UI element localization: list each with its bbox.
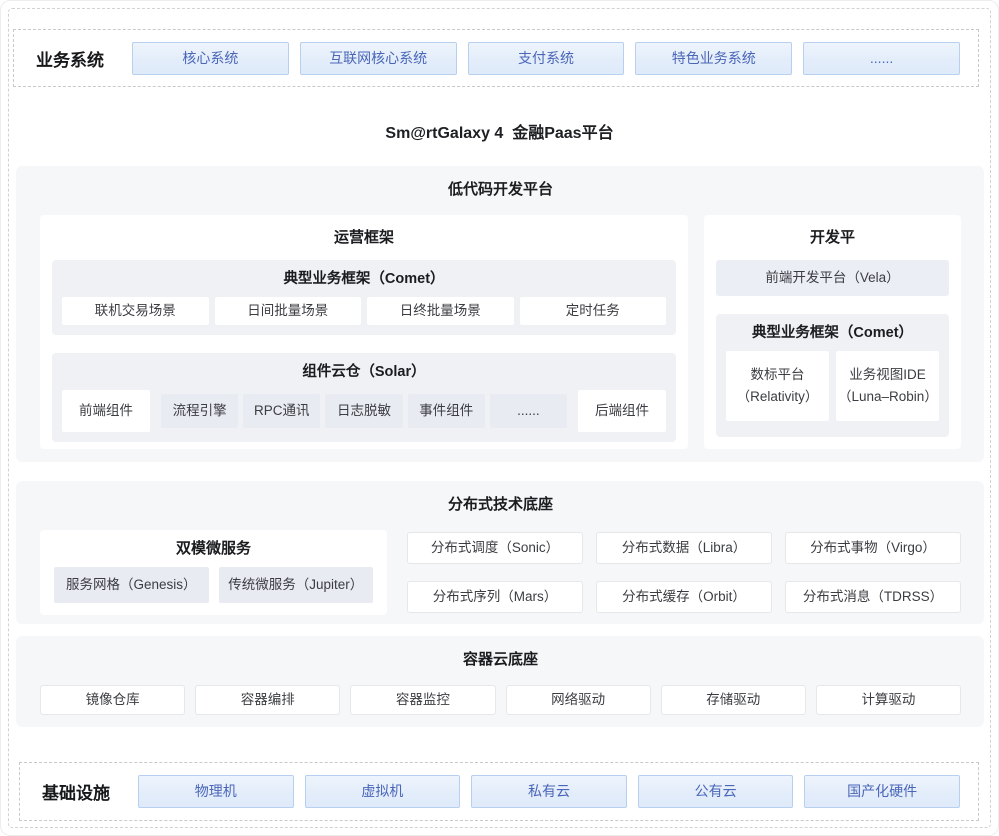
distributed-base-title: 分布式技术底座	[40, 494, 961, 515]
solar-chip-group: 流程引擎 RPC通讯 日志脱敏 事件组件 ......	[161, 394, 567, 428]
container-base-items: 镜像仓库 容器编排 容器监控 网络驱动 存储驱动 计算驱动	[40, 685, 961, 715]
distributed-data-libra[interactable]: 分布式数据（Libra）	[596, 532, 772, 564]
comet-framework-items: 联机交易场景 日间批量场景 日终批量场景 定时任务	[62, 297, 666, 325]
physical-machine-button[interactable]: 物理机	[138, 775, 294, 808]
compute-driver[interactable]: 计算驱动	[816, 685, 961, 715]
solar-component-title: 组件云仓（Solar）	[62, 362, 666, 382]
solar-chip-process-engine[interactable]: 流程引擎	[161, 394, 238, 428]
relativity-platform[interactable]: 数标平台 （Relativity）	[726, 351, 829, 421]
low-code-platform-title: 低代码开发平台	[40, 179, 961, 200]
dev-comet-framework-title: 典型业务框架（Comet）	[726, 323, 939, 343]
distributed-message-tdrss[interactable]: 分布式消息（TDRSS）	[785, 581, 961, 613]
distributed-transaction-virgo[interactable]: 分布式事物（Virgo）	[785, 532, 961, 564]
infrastructure-buttons: 物理机 虚拟机 私有云 公有云 国产化硬件	[138, 775, 978, 808]
business-systems-row: 业务系统 核心系统 互联网核心系统 支付系统 特色业务系统 ......	[13, 29, 979, 87]
distributed-scheduling-sonic[interactable]: 分布式调度（Sonic）	[407, 532, 583, 564]
luna-robin-ide-code: （Luna–Robin）	[838, 386, 937, 408]
platform-title: Sm@rtGalaxy 4 金融Paas平台	[1, 119, 998, 140]
virtual-machine-button[interactable]: 虚拟机	[305, 775, 461, 808]
private-cloud-button[interactable]: 私有云	[471, 775, 627, 808]
container-base-title: 容器云底座	[40, 649, 961, 670]
image-registry[interactable]: 镜像仓库	[40, 685, 185, 715]
solar-chip-log-masking[interactable]: 日志脱敏	[325, 394, 402, 428]
dev-platform-title: 开发平	[716, 227, 949, 248]
business-system-core-button[interactable]: 核心系统	[132, 42, 289, 75]
dual-mode-microservice-title: 双模微服务	[54, 538, 373, 559]
comet-item-daytime-batch[interactable]: 日间批量场景	[215, 297, 362, 325]
infrastructure-row: 基础设施 物理机 虚拟机 私有云 公有云 国产化硬件	[19, 762, 979, 821]
business-systems-label: 业务系统	[14, 46, 132, 71]
infrastructure-label: 基础设施	[20, 779, 138, 804]
comet-framework-title: 典型业务框架（Comet）	[62, 269, 666, 289]
operation-framework-title: 运营框架	[52, 227, 676, 248]
dev-platform-box: 开发平 前端开发平台（Vela） 典型业务框架（Comet） 数标平台 （Rel…	[704, 215, 961, 449]
distributed-base-body: 双模微服务 服务网格（Genesis） 传统微服务（Jupiter） 分布式调度…	[40, 530, 961, 615]
architecture-diagram: 业务系统 核心系统 互联网核心系统 支付系统 特色业务系统 ...... Sm@…	[0, 0, 999, 836]
dual-mode-items: 服务网格（Genesis） 传统微服务（Jupiter）	[54, 567, 373, 603]
business-system-internet-core-button[interactable]: 互联网核心系统	[300, 42, 457, 75]
dev-comet-items: 数标平台 （Relativity） 业务视图IDE （Luna–Robin）	[726, 351, 939, 421]
business-system-payment-button[interactable]: 支付系统	[468, 42, 625, 75]
dual-mode-microservice-box: 双模微服务 服务网格（Genesis） 传统微服务（Jupiter）	[40, 530, 387, 615]
distributed-cache-orbit[interactable]: 分布式缓存（Orbit）	[596, 581, 772, 613]
storage-driver[interactable]: 存储驱动	[661, 685, 806, 715]
business-system-more-button[interactable]: ......	[803, 42, 960, 75]
distributed-base-panel: 分布式技术底座 双模微服务 服务网格（Genesis） 传统微服务（Jupite…	[16, 481, 984, 624]
relativity-platform-name: 数标平台	[728, 364, 827, 386]
vela-frontend-platform[interactable]: 前端开发平台（Vela）	[716, 260, 949, 296]
traditional-microservice-jupiter[interactable]: 传统微服务（Jupiter）	[219, 567, 374, 603]
luna-robin-ide[interactable]: 业务视图IDE （Luna–Robin）	[836, 351, 939, 421]
solar-chip-more[interactable]: ......	[490, 394, 567, 428]
low-code-platform-panel: 低代码开发平台 运营框架 典型业务框架（Comet） 联机交易场景 日间批量场景…	[16, 166, 984, 462]
dev-comet-framework-box: 典型业务框架（Comet） 数标平台 （Relativity） 业务视图IDE …	[716, 314, 949, 437]
service-mesh-genesis[interactable]: 服务网格（Genesis）	[54, 567, 209, 603]
network-driver[interactable]: 网络驱动	[506, 685, 651, 715]
business-system-special-button[interactable]: 特色业务系统	[635, 42, 792, 75]
solar-chip-event-component[interactable]: 事件组件	[408, 394, 485, 428]
comet-item-online-trading[interactable]: 联机交易场景	[62, 297, 209, 325]
container-monitoring[interactable]: 容器监控	[350, 685, 495, 715]
container-orchestration[interactable]: 容器编排	[195, 685, 340, 715]
operation-framework-box: 运营框架 典型业务框架（Comet） 联机交易场景 日间批量场景 日终批量场景 …	[40, 215, 688, 449]
comet-framework-box: 典型业务框架（Comet） 联机交易场景 日间批量场景 日终批量场景 定时任务	[52, 260, 676, 335]
domestic-hardware-button[interactable]: 国产化硬件	[804, 775, 960, 808]
distributed-services-grid: 分布式调度（Sonic） 分布式数据（Libra） 分布式事物（Virgo） 分…	[407, 530, 961, 615]
relativity-platform-code: （Relativity）	[728, 386, 827, 408]
container-base-panel: 容器云底座 镜像仓库 容器编排 容器监控 网络驱动 存储驱动 计算驱动	[16, 636, 984, 727]
business-systems-buttons: 核心系统 互联网核心系统 支付系统 特色业务系统 ......	[132, 42, 978, 75]
distributed-sequence-mars[interactable]: 分布式序列（Mars）	[407, 581, 583, 613]
comet-item-endofday-batch[interactable]: 日终批量场景	[367, 297, 514, 325]
solar-component-box: 组件云仓（Solar） 前端组件 流程引擎 RPC通讯 日志脱敏 事件组件 ..…	[52, 353, 676, 442]
public-cloud-button[interactable]: 公有云	[638, 775, 794, 808]
solar-backend-components[interactable]: 后端组件	[578, 390, 666, 432]
solar-chip-rpc[interactable]: RPC通讯	[243, 394, 320, 428]
comet-item-scheduled-task[interactable]: 定时任务	[520, 297, 667, 325]
luna-robin-ide-name: 业务视图IDE	[838, 364, 937, 386]
solar-frontend-components[interactable]: 前端组件	[62, 390, 150, 432]
solar-component-items: 前端组件 流程引擎 RPC通讯 日志脱敏 事件组件 ...... 后端组件	[62, 390, 666, 432]
low-code-platform-body: 运营框架 典型业务框架（Comet） 联机交易场景 日间批量场景 日终批量场景 …	[40, 215, 961, 449]
